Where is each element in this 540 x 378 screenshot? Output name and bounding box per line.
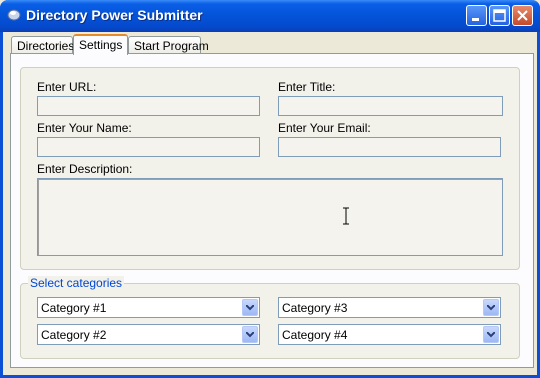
name-input[interactable]	[37, 137, 260, 157]
maximize-button[interactable]	[489, 5, 510, 26]
tab-settings[interactable]: Settings	[73, 34, 128, 55]
minimize-icon	[472, 18, 479, 21]
email-input[interactable]	[278, 137, 501, 157]
chevron-down-icon	[246, 332, 254, 338]
category-select-2[interactable]: Category #2	[37, 324, 260, 345]
text-cursor-icon	[343, 207, 349, 225]
email-label: Enter Your Email:	[278, 121, 371, 135]
title-bar[interactable]: Directory Power Submitter	[0, 0, 540, 32]
maximize-icon	[493, 9, 506, 22]
chevron-down-icon	[246, 305, 254, 311]
chevron-down-icon	[487, 305, 495, 311]
tab-directories[interactable]: Directories	[11, 36, 74, 54]
tab-start-program[interactable]: Start Program	[128, 36, 209, 54]
title-input[interactable]	[278, 96, 503, 116]
categories-group-label: Select categories	[28, 276, 125, 290]
categories-group: Select categories Category #1 Category #…	[20, 276, 520, 359]
app-window: Directory Power Submitter Directories Se…	[0, 0, 540, 378]
category-select-value: Category #2	[41, 328, 107, 342]
category-select-value: Category #1	[41, 301, 107, 315]
dropdown-button[interactable]	[242, 326, 258, 343]
title-label: Enter Title:	[278, 80, 336, 94]
minimize-button[interactable]	[466, 5, 487, 26]
close-icon	[517, 10, 528, 21]
settings-panel: Enter URL: Enter Title: Enter Your Name:…	[10, 53, 534, 368]
app-icon[interactable]	[6, 7, 22, 23]
description-label: Enter Description:	[37, 162, 133, 176]
url-label: Enter URL:	[37, 80, 97, 94]
close-button[interactable]	[512, 5, 533, 26]
category-select-4[interactable]: Category #4	[278, 324, 501, 345]
category-select-1[interactable]: Category #1	[37, 297, 260, 318]
dropdown-button[interactable]	[242, 299, 258, 316]
submission-details-group: Enter URL: Enter Title: Enter Your Name:…	[20, 67, 520, 270]
category-select-value: Category #4	[282, 328, 348, 342]
name-label: Enter Your Name:	[37, 121, 132, 135]
category-select-value: Category #3	[282, 301, 348, 315]
window-title: Directory Power Submitter	[26, 7, 203, 23]
chevron-down-icon	[487, 332, 495, 338]
dropdown-button[interactable]	[483, 299, 499, 316]
url-input[interactable]	[37, 96, 260, 116]
description-textarea[interactable]	[37, 178, 503, 256]
category-select-3[interactable]: Category #3	[278, 297, 501, 318]
dropdown-button[interactable]	[483, 326, 499, 343]
